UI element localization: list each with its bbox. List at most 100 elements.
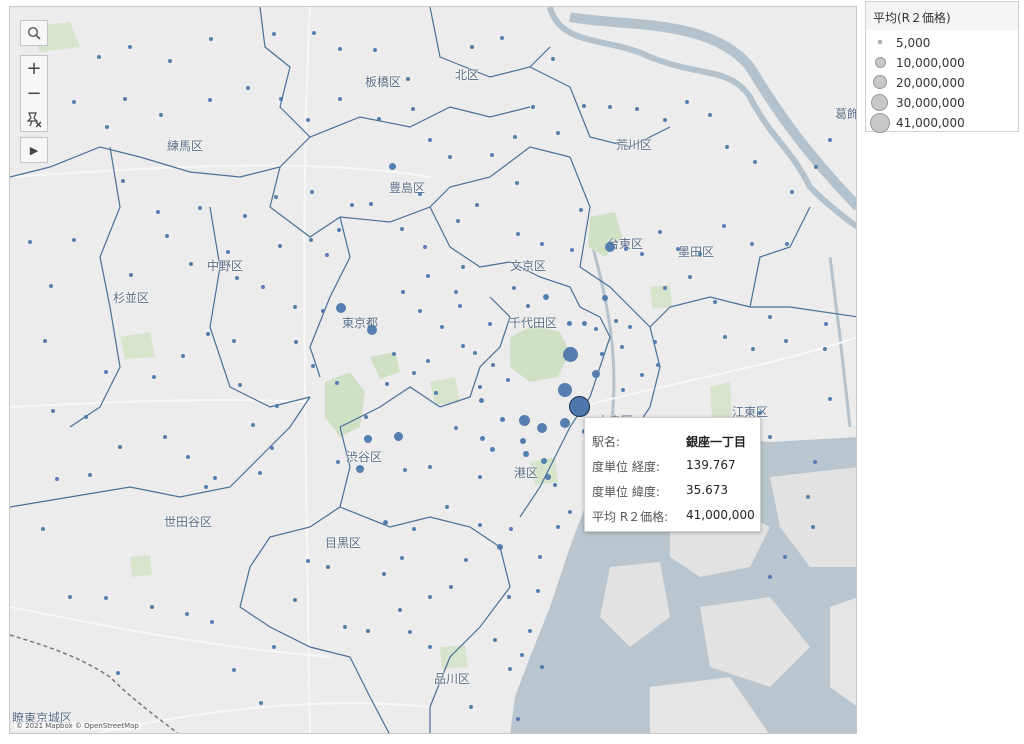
station-point[interactable] [382,572,386,576]
map-attribution[interactable]: © 2021 Mapbox © OpenStreetMap [14,722,141,730]
station-point[interactable] [541,458,547,464]
station-point[interactable] [204,485,208,489]
station-point[interactable] [309,238,313,242]
station-point[interactable] [232,339,236,343]
station-point[interactable] [412,371,416,375]
station-point[interactable] [72,238,76,242]
station-point[interactable] [620,345,624,349]
station-point[interactable] [156,210,160,214]
station-point[interactable] [398,608,402,612]
station-point[interactable] [278,244,282,248]
station-point[interactable] [68,595,72,599]
station-point[interactable] [401,290,405,294]
station-point[interactable] [509,527,513,531]
station-point[interactable] [428,465,432,469]
station-point[interactable] [824,322,828,326]
station-point[interactable] [105,125,109,129]
station-point[interactable] [518,414,530,426]
station-point[interactable] [121,179,125,183]
station-point[interactable] [723,335,727,339]
station-point[interactable] [560,418,570,428]
station-point[interactable] [602,295,608,301]
size-legend[interactable]: 平均(R２価格) 5,000 10,000,000 20,000,000 30,… [865,1,1019,133]
station-point[interactable] [337,228,341,232]
station-point[interactable] [261,285,265,289]
station-point[interactable] [336,303,346,313]
station-point[interactable] [356,465,364,473]
station-point[interactable] [213,476,217,480]
station-point[interactable] [568,510,572,514]
station-point[interactable] [272,645,276,649]
station-point[interactable] [515,181,519,185]
station-point[interactable] [478,385,482,389]
legend-item[interactable]: 10,000,000 [866,53,1018,73]
station-point[interactable] [507,595,511,599]
station-point[interactable] [185,612,189,616]
station-point[interactable] [464,558,468,562]
station-point[interactable] [294,340,298,344]
station-point[interactable] [506,378,510,382]
legend-item[interactable]: 30,000,000 [866,93,1018,113]
station-point[interactable] [663,286,667,290]
station-point[interactable] [338,47,342,51]
station-point[interactable] [454,290,458,294]
station-point[interactable] [306,559,310,563]
station-point[interactable] [520,653,524,657]
station-point[interactable] [656,363,660,367]
station-point[interactable] [272,32,276,36]
station-point[interactable] [428,645,432,649]
station-point[interactable] [790,190,794,194]
station-point[interactable] [508,667,512,671]
map-canvas[interactable] [10,7,857,734]
station-point[interactable] [806,495,810,499]
station-point[interactable] [364,435,372,443]
station-point[interactable] [258,471,262,475]
station-point[interactable] [628,325,632,329]
station-point[interactable] [403,468,407,472]
station-point[interactable] [165,234,169,238]
station-point[interactable] [123,97,127,101]
station-point[interactable] [152,375,156,379]
station-point[interactable] [251,423,255,427]
map-view[interactable]: 板橋区北区荒川区練馬区豊島区台東区墨田区文京区中野区杉並区東京都千代田区中央区江… [9,6,857,734]
station-point[interactable] [270,446,274,450]
station-point[interactable] [725,145,729,149]
station-point[interactable] [104,596,108,600]
selected-station-point[interactable] [569,396,590,417]
station-point[interactable] [751,347,755,351]
station-point[interactable] [823,347,827,351]
station-point[interactable] [366,629,370,633]
station-point[interactable] [536,589,540,593]
station-point[interactable] [412,527,416,531]
station-point[interactable] [393,431,403,441]
station-point[interactable] [551,57,555,61]
station-point[interactable] [493,638,497,642]
station-point[interactable] [783,555,787,559]
station-point[interactable] [456,219,460,223]
station-point[interactable] [423,245,427,249]
station-point[interactable] [768,315,772,319]
station-point[interactable] [449,585,453,589]
station-point[interactable] [768,435,772,439]
legend-item[interactable]: 20,000,000 [866,73,1018,93]
station-point[interactable] [497,544,503,550]
station-point[interactable] [293,598,297,602]
station-point[interactable] [540,242,544,246]
station-point[interactable] [198,206,202,210]
station-point[interactable] [181,354,185,358]
station-point[interactable] [274,195,278,199]
station-point[interactable] [688,275,692,279]
station-point[interactable] [418,192,422,196]
station-point[interactable] [72,100,76,104]
station-point[interactable] [208,98,212,102]
station-point[interactable] [150,605,154,609]
station-point[interactable] [708,113,712,117]
station-point[interactable] [400,556,404,560]
station-point[interactable] [621,388,625,392]
legend-item[interactable]: 5,000 [866,33,1018,53]
station-point[interactable] [658,230,662,234]
station-point[interactable] [570,248,574,252]
station-point[interactable] [440,325,444,329]
station-point[interactable] [367,325,377,335]
station-point[interactable] [624,247,628,251]
